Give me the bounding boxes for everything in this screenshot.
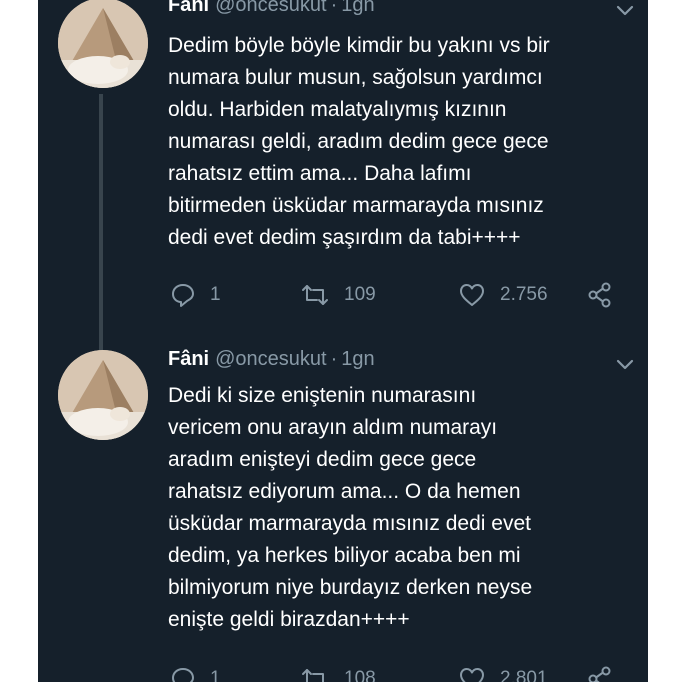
timestamp[interactable]: 1gn [341,0,374,16]
share-button[interactable] [586,280,614,310]
tweet-text: Dedi ki size eniştenin numarasını verice… [168,384,533,631]
separator-dot: · [330,348,338,370]
like-icon [460,284,484,306]
share-icon [588,666,611,682]
retweet-button[interactable]: 109 [300,280,376,310]
avatar-photo [58,0,148,88]
tweet-actions: 1 109 2.756 [170,280,640,310]
retweet-icon [302,285,328,305]
like-button[interactable]: 2.801 [458,664,548,682]
reply-icon [172,284,194,307]
reply-button[interactable]: 1 [170,664,221,682]
reply-button[interactable]: 1 [170,280,221,310]
share-icon [588,282,611,308]
tweet-text: Dedim böyle böyle kimdir bu yakını vs bi… [168,34,550,249]
like-icon [460,668,484,682]
retweet-icon [302,669,324,682]
reply-count: 1 [210,668,221,682]
user-handle[interactable]: @oncesukut [215,348,326,370]
reply-icon [172,668,194,682]
timestamp[interactable]: 1gn [341,348,374,370]
user-handle[interactable]: @oncesukut [215,0,326,16]
reply-count: 1 [210,284,221,305]
share-button[interactable] [586,664,614,682]
chevron-down-icon[interactable] [616,358,634,372]
thread-connector-line [99,94,103,352]
display-name[interactable]: Fâni [168,348,209,370]
chevron-down-icon[interactable] [616,4,634,18]
tweet-header: Fâni @oncesukut · 1gn [168,0,375,17]
retweet-count: 108 [344,668,376,682]
avatar-photo [58,350,148,440]
separator-dot: · [330,0,338,16]
tweet-actions: 1 108 2.801 [170,664,640,682]
display-name[interactable]: Fâni [168,0,209,16]
like-count: 2.801 [500,668,548,682]
avatar[interactable] [58,350,148,440]
tweet-header: Fâni @oncesukut · 1gn [168,348,375,371]
like-count: 2.756 [500,284,548,305]
avatar[interactable] [58,0,148,88]
like-button[interactable]: 2.756 [458,280,548,310]
retweet-count: 109 [344,284,376,305]
tweet-thread: Fâni @oncesukut · 1gn Dedim böyle böyle kim… [38,0,648,682]
retweet-button[interactable]: 108 [300,664,376,682]
